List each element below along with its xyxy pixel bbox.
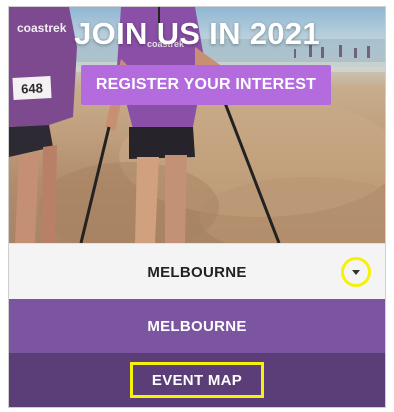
menu-item-event-map-row: EVENT MAP — [9, 353, 385, 407]
menu-item-label: MELBOURNE — [147, 317, 247, 335]
chevron-down-icon — [352, 269, 360, 275]
page-frame: coastrek coastrek 648 JOIN US IN 2021 RE… — [9, 7, 385, 407]
race-bib: 648 — [12, 76, 52, 100]
hero-banner: coastrek coastrek 648 JOIN US IN 2021 RE… — [9, 7, 385, 243]
location-select-value: MELBOURNE — [147, 263, 247, 281]
menu-item-melbourne[interactable]: MELBOURNE — [9, 299, 385, 353]
hero-title: JOIN US IN 2021 — [74, 16, 320, 51]
menu-item-label: EVENT MAP — [151, 371, 243, 389]
register-interest-button[interactable]: REGISTER YOUR INTEREST — [81, 65, 331, 105]
location-select[interactable]: MELBOURNE — [9, 243, 385, 300]
dropdown-toggle[interactable] — [341, 257, 371, 287]
event-map-button[interactable]: EVENT MAP — [130, 362, 264, 398]
